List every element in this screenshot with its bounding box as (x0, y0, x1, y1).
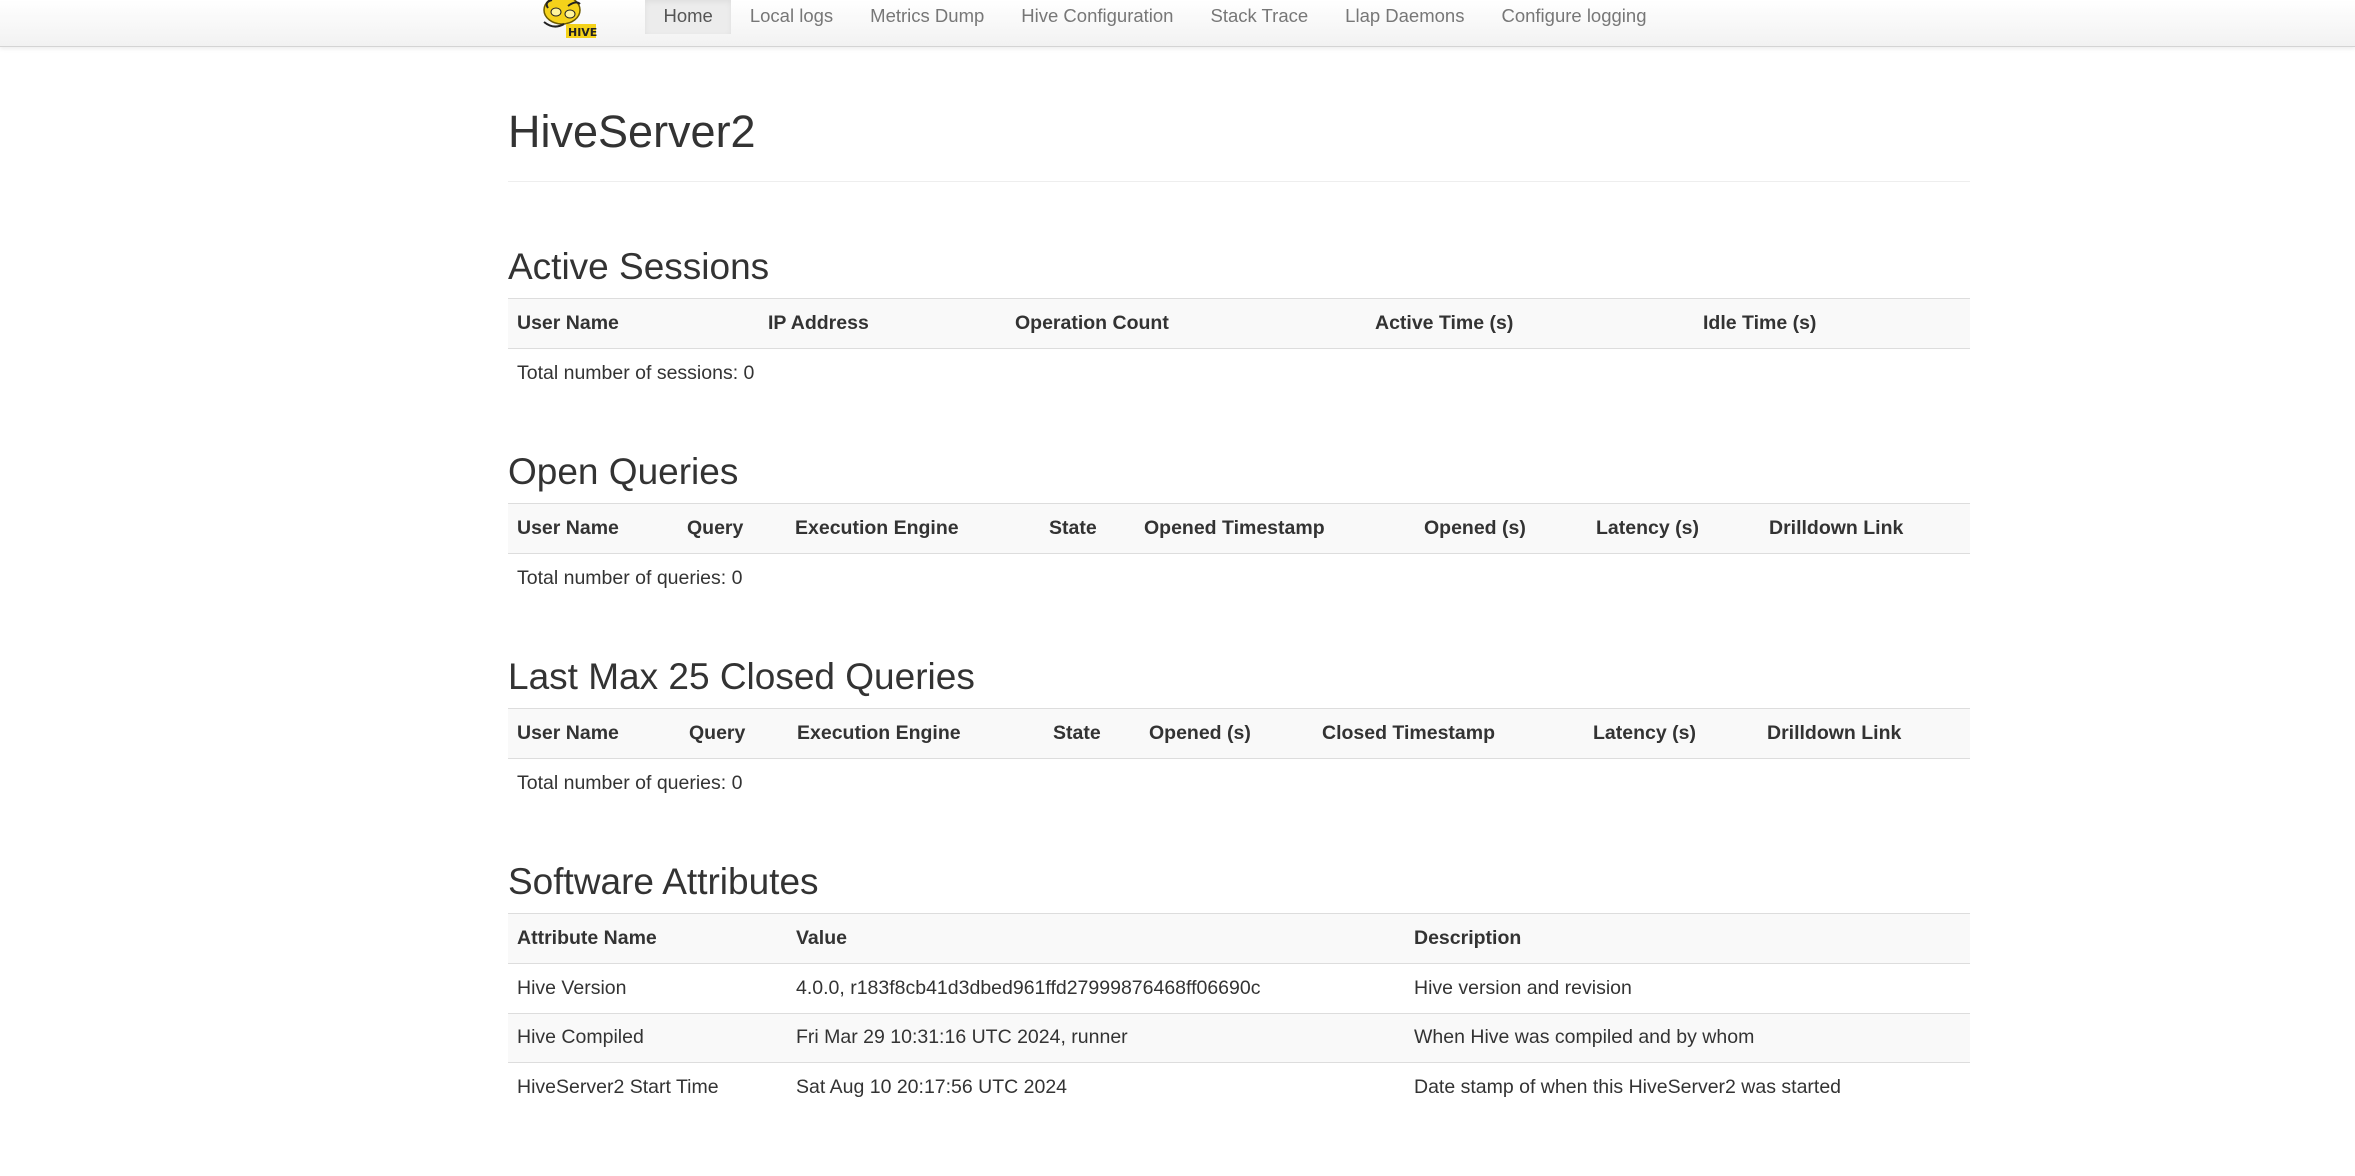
column-header: Description (1405, 913, 1970, 964)
page-header: HiveServer2 (508, 100, 1970, 182)
column-header: Idle Time (s) (1694, 298, 1970, 349)
column-header: Execution Engine (786, 503, 1040, 554)
section-title: Active Sessions (508, 246, 770, 287)
column-header: Opened (s) (1415, 503, 1587, 554)
column-header: Drilldown Link (1758, 708, 1970, 759)
navbar: HIVE Home Local logs Metrics Dump Hive C… (0, 0, 2355, 47)
attribute-value: 4.0.0, r183f8cb41d3dbed961ffd27999876468… (787, 963, 1405, 1013)
attribute-name: Hive Compiled (508, 1012, 787, 1063)
attribute-value: Sat Aug 10 20:17:56 UTC 2024 (787, 1062, 1405, 1112)
total-closed-queries: Total number of queries: 0 (517, 772, 743, 794)
closed-queries-table: User Name Query Execution Engine State O… (508, 708, 1970, 808)
hive-bee-logo-icon: HIVE (543, 0, 597, 39)
active-sessions-section: Active Sessions User Name IP Address Ope… (508, 242, 1970, 398)
section-title: Last Max 25 Closed Queries (508, 656, 975, 697)
column-header: Latency (s) (1587, 503, 1760, 554)
active-sessions-table: User Name IP Address Operation Count Act… (508, 298, 1970, 398)
attribute-value: Fri Mar 29 10:31:16 UTC 2024, runner (787, 1012, 1405, 1063)
table-row: Total number of queries: 0 (508, 554, 1970, 604)
table-row: Hive Compiled Fri Mar 29 10:31:16 UTC 20… (508, 1012, 1970, 1063)
column-header: Query (678, 503, 786, 554)
column-header: Attribute Name (508, 913, 787, 964)
open-queries-table: User Name Query Execution Engine State O… (508, 503, 1970, 603)
column-header: User Name (508, 708, 680, 759)
column-header: IP Address (759, 298, 1006, 349)
closed-queries-section: Last Max 25 Closed Queries User Name Que… (508, 652, 1970, 808)
column-header: Opened (s) (1140, 708, 1313, 759)
software-attributes-section: Software Attributes Attribute Name Value… (508, 857, 1970, 1112)
page-title: HiveServer2 (508, 106, 756, 157)
column-header: Latency (s) (1584, 708, 1758, 759)
main-nav: Home Local logs Metrics Dump Hive Config… (645, 0, 1665, 34)
software-attributes-table: Attribute Name Value Description Hive Ve… (508, 913, 1970, 1112)
column-header: Operation Count (1006, 298, 1366, 349)
table-header-row: User Name Query Execution Engine State O… (508, 503, 1970, 554)
table-row: Total number of sessions: 0 (508, 349, 1970, 399)
nav-stack-trace[interactable]: Stack Trace (1192, 0, 1327, 34)
nav-metrics-dump[interactable]: Metrics Dump (852, 0, 1003, 34)
attribute-name: HiveServer2 Start Time (508, 1062, 787, 1112)
nav-configure-logging[interactable]: Configure logging (1483, 0, 1665, 34)
section-title: Software Attributes (508, 861, 819, 902)
table-row: Total number of queries: 0 (508, 759, 1970, 809)
hive-logo[interactable]: HIVE (524, 0, 610, 40)
total-open-queries: Total number of queries: 0 (517, 567, 743, 589)
table-header-row: Attribute Name Value Description (508, 913, 1970, 964)
column-header: Query (680, 708, 788, 759)
column-header: Opened Timestamp (1135, 503, 1415, 554)
table-header-row: User Name Query Execution Engine State O… (508, 708, 1970, 759)
column-header: User Name (508, 503, 678, 554)
table-row: Hive Version 4.0.0, r183f8cb41d3dbed961f… (508, 963, 1970, 1013)
nav-local-logs[interactable]: Local logs (731, 0, 851, 34)
open-queries-section: Open Queries User Name Query Execution E… (508, 447, 1970, 603)
column-header: State (1040, 503, 1135, 554)
total-sessions: Total number of sessions: 0 (517, 362, 755, 384)
column-header: Drilldown Link (1760, 503, 1970, 554)
nav-home[interactable]: Home (645, 0, 732, 34)
attribute-description: When Hive was compiled and by whom (1405, 1012, 1970, 1063)
column-header: State (1044, 708, 1140, 759)
section-title: Open Queries (508, 451, 739, 492)
column-header: Execution Engine (788, 708, 1044, 759)
column-header: User Name (508, 298, 759, 349)
attribute-name: Hive Version (508, 963, 787, 1013)
nav-llap-daemons[interactable]: Llap Daemons (1327, 0, 1483, 34)
logo-text: HIVE (568, 26, 597, 39)
attribute-description: Hive version and revision (1405, 963, 1970, 1013)
column-header: Active Time (s) (1366, 298, 1694, 349)
table-row: HiveServer2 Start Time Sat Aug 10 20:17:… (508, 1062, 1970, 1112)
column-header: Closed Timestamp (1313, 708, 1584, 759)
attribute-description: Date stamp of when this HiveServer2 was … (1405, 1062, 1970, 1112)
nav-hive-configuration[interactable]: Hive Configuration (1003, 0, 1192, 34)
column-header: Value (787, 913, 1405, 964)
table-header-row: User Name IP Address Operation Count Act… (508, 298, 1970, 349)
